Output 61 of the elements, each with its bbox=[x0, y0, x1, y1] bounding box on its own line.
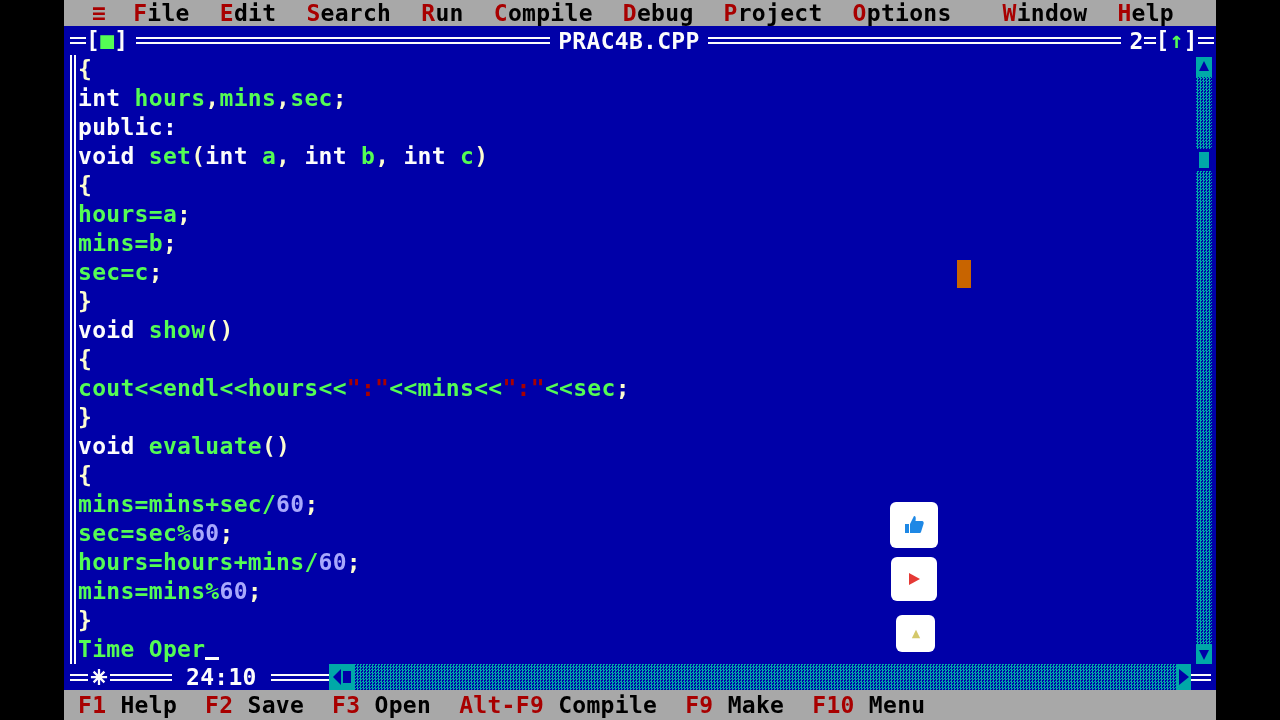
code-line: public: bbox=[78, 113, 178, 142]
menu-item[interactable]: Debug bbox=[622, 0, 709, 26]
code-line: sec=c; bbox=[78, 258, 163, 287]
scroll-down-icon[interactable] bbox=[1196, 644, 1212, 664]
code-line: { bbox=[78, 345, 93, 374]
frame-line bbox=[110, 673, 172, 681]
menu-item[interactable]: Project bbox=[723, 0, 838, 26]
code-line: { bbox=[78, 55, 93, 84]
code-line: mins=mins%60; bbox=[78, 577, 262, 606]
menu-item[interactable]: Options bbox=[852, 0, 967, 26]
cursor-position: 24:10 bbox=[186, 664, 257, 690]
scroll-left-icon[interactable] bbox=[328, 664, 355, 690]
code-line: Time Oper bbox=[78, 635, 206, 664]
function-key-hint[interactable]: F3 Open bbox=[332, 692, 432, 718]
menu-item[interactable]: File bbox=[133, 0, 205, 26]
function-key-hint[interactable]: F1 Help bbox=[78, 692, 178, 718]
code-line: mins=b; bbox=[78, 229, 178, 258]
vertical-scrollbar[interactable] bbox=[1196, 57, 1212, 664]
function-key-hint[interactable]: Alt-F9 Compile bbox=[459, 692, 658, 718]
code-line: } bbox=[78, 606, 93, 635]
scroll-up-icon[interactable] bbox=[1196, 57, 1212, 77]
triangle-icon bbox=[910, 628, 921, 639]
code-line: { bbox=[78, 171, 93, 200]
function-key-hint[interactable]: F10 Menu bbox=[812, 692, 926, 718]
frame-line bbox=[1143, 37, 1156, 44]
code-line: hours=hours+mins/60; bbox=[78, 548, 361, 577]
code-line: int hours,mins,sec; bbox=[78, 84, 347, 113]
triangle-button[interactable] bbox=[896, 615, 935, 652]
menu-item[interactable]: Help bbox=[1117, 0, 1189, 26]
function-key-hint[interactable]: F9 Make bbox=[685, 692, 785, 718]
horizontal-scrollbar[interactable] bbox=[328, 664, 1191, 690]
scroll-right-icon[interactable] bbox=[1176, 664, 1191, 690]
code-line: cout<<endl<<hours<<":"<<mins<<":"<<sec; bbox=[78, 374, 630, 403]
function-key-hint[interactable]: F2 Save bbox=[205, 692, 305, 718]
code-line: mins=mins+sec/60; bbox=[78, 490, 319, 519]
code-line: void show() bbox=[78, 316, 234, 345]
play-icon bbox=[906, 571, 922, 587]
code-line: } bbox=[78, 403, 93, 432]
menu-item[interactable]: Run bbox=[421, 0, 479, 26]
window-number: 2 bbox=[1129, 27, 1144, 54]
like-button[interactable] bbox=[890, 502, 938, 548]
close-box[interactable]: [■] bbox=[86, 26, 129, 55]
menu-item[interactable]: Search bbox=[306, 0, 407, 26]
code-line: { bbox=[78, 461, 93, 490]
frame-line bbox=[270, 673, 329, 681]
menu-item[interactable]: Edit bbox=[219, 0, 292, 26]
frame-line bbox=[1198, 37, 1214, 44]
code-line: sec=sec%60; bbox=[78, 519, 234, 548]
zoom-box[interactable]: [↑] bbox=[1155, 26, 1198, 55]
window-title: PRAC4B.CPP bbox=[558, 27, 700, 54]
menu-item[interactable]: Window bbox=[1002, 0, 1103, 26]
code-line: void set(int a, int b, int c) bbox=[78, 142, 489, 171]
play-button[interactable] bbox=[891, 557, 937, 601]
frame-line bbox=[70, 673, 88, 681]
frame-line bbox=[70, 37, 86, 44]
code-line: void evaluate() bbox=[78, 432, 291, 461]
menu-item[interactable]: Compile bbox=[493, 0, 608, 26]
scroll-thumb[interactable] bbox=[1196, 149, 1212, 171]
code-line: } bbox=[78, 287, 93, 316]
frame-line bbox=[1190, 673, 1211, 681]
code-line: hours=a; bbox=[78, 200, 192, 229]
